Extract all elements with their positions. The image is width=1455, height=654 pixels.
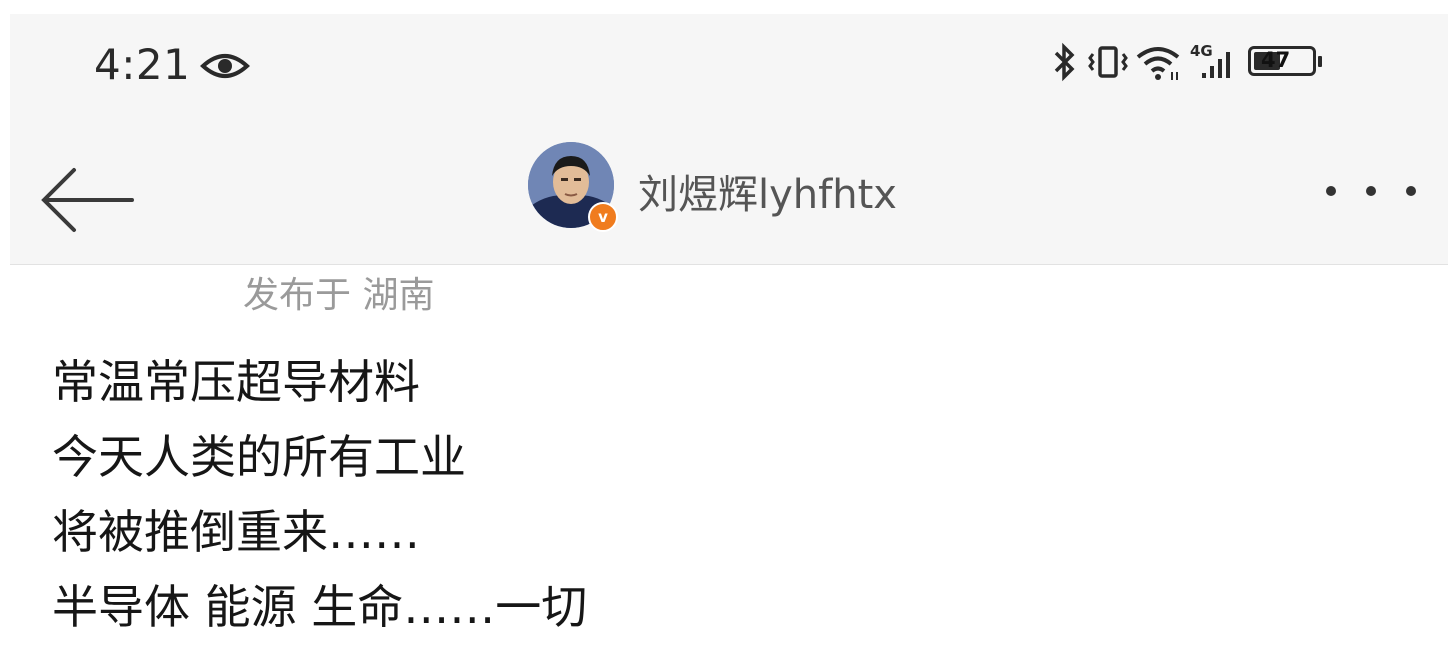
post-content: 常温常压超导材料 今天人类的所有工业 将被推倒重来…… 半导体 能源 生命……一… (52, 345, 587, 645)
post-line: 半导体 能源 生命……一切 (52, 580, 588, 634)
more-button[interactable] (1320, 186, 1430, 216)
top-bar: 4:21 4G 47 v 刘煜辉lyhfhtx (10, 14, 1448, 265)
post-line: 将被推倒重来…… (52, 505, 420, 559)
battery-level: 47 (1261, 48, 1291, 72)
status-time: 4:21 (94, 40, 191, 89)
username[interactable]: 刘煜辉lyhfhtx (638, 162, 897, 220)
arrow-left-icon (41, 168, 134, 232)
vibrate-icon (1088, 46, 1128, 78)
post-line: 今天人类的所有工业 (52, 430, 466, 484)
verified-badge: v (588, 202, 618, 232)
back-button[interactable] (40, 160, 136, 240)
post-line: 常温常压超导材料 (52, 355, 420, 409)
post-location: 发布于 湖南 (243, 275, 435, 316)
bluetooth-icon (1054, 42, 1075, 82)
battery-icon: 47 (1248, 46, 1322, 76)
signal-icon (1202, 52, 1230, 78)
wifi-icon (1136, 47, 1180, 80)
eye-icon (200, 50, 250, 86)
more-dots-icon (1326, 186, 1336, 196)
